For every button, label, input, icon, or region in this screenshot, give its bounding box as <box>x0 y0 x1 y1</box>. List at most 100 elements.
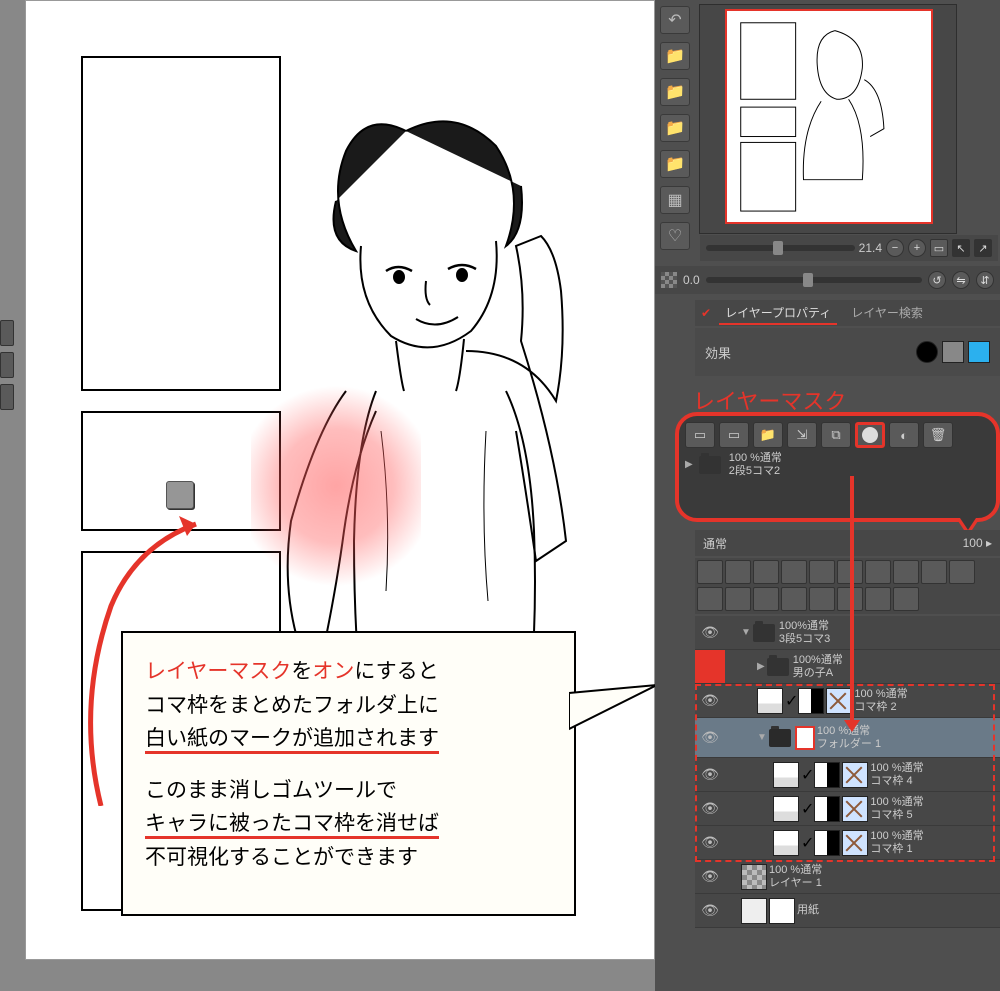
tool-button[interactable] <box>0 384 14 410</box>
palette-tabs: ✔ レイヤープロパティ レイヤー検索 <box>695 300 1000 326</box>
disclosure-triangle-icon[interactable]: ▶ <box>685 459 693 470</box>
folder-icon <box>699 456 721 474</box>
undo-icon[interactable]: ↶ <box>660 6 690 34</box>
border-effect-button[interactable] <box>916 341 938 363</box>
effect-label: 効果 <box>705 343 731 362</box>
layer-tool-button[interactable] <box>697 560 723 584</box>
visibility-toggle[interactable] <box>695 650 725 683</box>
brush-slider[interactable] <box>706 277 922 283</box>
layer-row-selected[interactable]: 👁 ▼ 100 %通常フォルダー 1 <box>695 718 1000 758</box>
visibility-toggle[interactable]: 👁 <box>695 616 725 649</box>
layer-tool-button[interactable] <box>781 587 807 611</box>
layer-row[interactable]: ▶ 100%通常男の子A <box>695 650 1000 684</box>
new-folder-icon[interactable]: 📁 <box>753 422 783 448</box>
merge-icon[interactable]: ⧉ <box>821 422 851 448</box>
layer-row[interactable]: 👁 ▼ 100%通常3段5コマ3 <box>695 616 1000 650</box>
layer-row[interactable]: 👁 ✓ 100 %通常コマ枠 1 <box>695 826 1000 860</box>
layer-row[interactable]: 👁 ✓ 100 %通常コマ枠 2 <box>695 684 1000 718</box>
layer-thumbnail <box>757 688 783 714</box>
trash-icon[interactable]: 🗑 <box>923 422 953 448</box>
3d-folder-icon[interactable]: 📁 <box>660 78 690 106</box>
zoom-value: 21.4 <box>859 241 882 255</box>
layer-thumbnail <box>773 796 799 822</box>
layer-tool-button[interactable] <box>697 587 723 611</box>
opacity-value[interactable]: 100 <box>963 536 983 550</box>
tool-button[interactable] <box>0 352 14 378</box>
zoom-slider[interactable] <box>706 245 855 251</box>
new-layer-icon[interactable]: ▭ <box>685 422 715 448</box>
layer-row[interactable]: 👁 100 %通常レイヤー 1 <box>695 860 1000 894</box>
note-text: 不可視化することができます <box>145 841 552 875</box>
eraser-icon <box>166 481 194 509</box>
disclosure-triangle-icon[interactable]: ▶ <box>757 661 765 672</box>
layer-tool-button[interactable] <box>725 587 751 611</box>
disclosure-triangle-icon[interactable]: ▼ <box>757 732 767 743</box>
layer-tool-button[interactable] <box>781 560 807 584</box>
reset-rotation-button[interactable]: ↺ <box>928 271 946 289</box>
tool-button[interactable] <box>0 320 14 346</box>
visibility-toggle[interactable]: 👁 <box>695 860 725 893</box>
trash-icon[interactable] <box>893 587 919 611</box>
pattern-folder-icon[interactable]: ▦ <box>660 186 690 214</box>
layer-tool-button[interactable] <box>753 587 779 611</box>
tab-layer-property[interactable]: レイヤープロパティ <box>719 302 837 325</box>
import-folder-icon[interactable]: 📁 <box>660 150 690 178</box>
navigator-panel[interactable]: 21.4 − + ▭ ↖ ↗ <box>699 4 957 234</box>
layer-mode: 100 %通常 <box>870 830 923 843</box>
folder-icon[interactable]: 📁 <box>660 42 690 70</box>
rotate-left-button[interactable]: ↖ <box>952 239 970 257</box>
layer-tool-button[interactable] <box>893 560 919 584</box>
layout-folder-icon[interactable]: 📁 <box>660 114 690 142</box>
zoom-out-button[interactable]: − <box>886 239 904 257</box>
thumb-art <box>727 11 931 222</box>
ruler-thumbnail <box>842 796 868 822</box>
layer-tool-button[interactable] <box>837 560 863 584</box>
zoom-in-button[interactable]: + <box>908 239 926 257</box>
layer-mask-button[interactable] <box>837 587 863 611</box>
fit-button[interactable]: ▭ <box>930 239 948 257</box>
mask-thumbnail <box>798 688 824 714</box>
layer-tool-button[interactable] <box>865 560 891 584</box>
visibility-toggle[interactable]: 👁 <box>695 758 725 791</box>
canvas-area: レイヤーマスクをオンにすると コマ枠をまとめたフォルダ上に 白い紙のマークが追加… <box>0 0 655 991</box>
navigator-thumbnail[interactable] <box>725 9 933 224</box>
folder-open-icon <box>769 729 791 747</box>
ruler-thumbnail <box>826 688 852 714</box>
mask-callout: ▭ ▭ 📁 ⇲ ⧉ ◐ 🗑 ▶ 100 %通常 2段5コマ2 <box>675 412 1000 522</box>
layer-tool-button[interactable] <box>809 587 835 611</box>
visibility-toggle[interactable]: 👁 <box>695 718 725 757</box>
flip-v-button[interactable]: ⇵ <box>976 271 994 289</box>
layer-thumbnail <box>741 898 767 924</box>
visibility-toggle[interactable]: 👁 <box>695 792 725 825</box>
layer-tool-button[interactable] <box>921 560 947 584</box>
layer-tool-button[interactable] <box>753 560 779 584</box>
mask-indicator[interactable] <box>795 726 815 750</box>
layer-tool-button[interactable] <box>809 560 835 584</box>
layer-row[interactable]: 👁 ✓ 100 %通常コマ枠 5 <box>695 792 1000 826</box>
tone-effect-button[interactable] <box>942 341 964 363</box>
new-layer-2-icon[interactable]: ▭ <box>719 422 749 448</box>
note-text: コマ枠をまとめたフォルダ上に <box>145 689 552 723</box>
layer-row[interactable]: 👁 ✓ 100 %通常コマ枠 4 <box>695 758 1000 792</box>
apply-mask-icon[interactable]: ◐ <box>889 422 919 448</box>
canvas[interactable]: レイヤーマスクをオンにすると コマ枠をまとめたフォルダ上に 白い紙のマークが追加… <box>25 0 655 960</box>
layer-tool-button[interactable] <box>949 560 975 584</box>
visibility-toggle[interactable]: 👁 <box>695 894 725 927</box>
flip-h-button[interactable]: ⇋ <box>952 271 970 289</box>
speech-tail <box>569 683 659 743</box>
layer-mode: 100%通常 <box>779 620 830 633</box>
disclosure-triangle-icon[interactable]: ▼ <box>741 627 751 638</box>
blend-mode-value[interactable]: 通常 <box>703 535 727 552</box>
transfer-icon[interactable]: ⇲ <box>787 422 817 448</box>
rotate-right-button[interactable]: ↗ <box>974 239 992 257</box>
visibility-toggle[interactable]: 👁 <box>695 826 725 859</box>
heart-icon[interactable]: ♡ <box>660 222 690 250</box>
layer-tool-button[interactable] <box>865 587 891 611</box>
tab-layer-search[interactable]: レイヤー検索 <box>845 302 929 325</box>
layer-mask-button[interactable] <box>855 422 885 448</box>
layer-color-button[interactable] <box>968 341 990 363</box>
layer-tool-button[interactable] <box>725 560 751 584</box>
layer-row[interactable]: 👁 用紙 <box>695 894 1000 928</box>
visibility-toggle[interactable]: 👁 <box>695 684 725 717</box>
note-text: を <box>291 660 312 683</box>
